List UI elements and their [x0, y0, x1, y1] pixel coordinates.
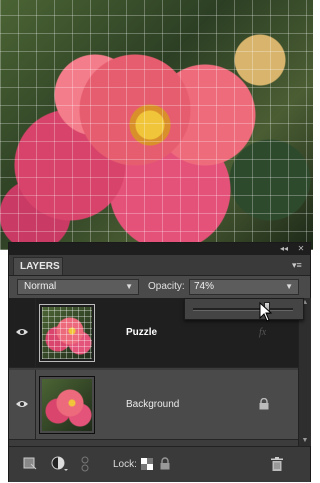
layers-panel: ◂◂ ✕ LAYERS ▾≡ Normal ▼ Opacity: 74% ▼ P…	[8, 242, 311, 482]
opacity-slider-track[interactable]	[193, 308, 293, 311]
scroll-down-icon[interactable]: ▼	[299, 436, 311, 446]
layer-thumbnail	[39, 304, 95, 362]
visibility-toggle[interactable]	[9, 370, 36, 439]
eye-icon	[16, 329, 28, 335]
panel-menu-icon[interactable]: ▾≡	[292, 261, 304, 270]
blend-mode-value: Normal	[24, 281, 57, 292]
canvas-image	[0, 0, 313, 250]
tab-layers[interactable]: LAYERS	[13, 257, 63, 275]
mouse-cursor-icon	[259, 302, 273, 322]
close-icon[interactable]: ✕	[296, 244, 306, 254]
layers-list: Puzzle fx Background	[9, 298, 298, 446]
collapse-icon[interactable]: ◂◂	[279, 244, 289, 254]
lock-label: Lock:	[113, 459, 137, 470]
chevron-down-icon: ▼	[285, 282, 293, 291]
lock-transparency-icon[interactable]	[141, 458, 153, 470]
layer-name[interactable]: Background	[126, 399, 179, 410]
svg-text:fx: fx	[259, 327, 267, 338]
panel-title-bar: ◂◂ ✕	[9, 243, 310, 255]
layers-scrollbar[interactable]: ▲ ▼	[298, 298, 311, 446]
lock-icon	[259, 398, 269, 410]
link-icon[interactable]	[81, 456, 89, 472]
layer-thumbnail	[39, 376, 95, 434]
layers-bottom-bar: Lock:	[9, 446, 310, 482]
chevron-down-icon: ▼	[125, 282, 133, 291]
opacity-slider-popup	[184, 298, 304, 320]
layer-row-background[interactable]: Background	[9, 370, 298, 440]
visibility-toggle[interactable]	[9, 298, 36, 367]
opacity-label: Opacity:	[148, 281, 185, 292]
fx-icon[interactable]: fx	[258, 324, 272, 338]
eye-icon	[16, 401, 28, 407]
lock-all-icon[interactable]	[159, 457, 171, 470]
opacity-value: 74%	[194, 281, 215, 292]
layer-name[interactable]: Puzzle	[126, 327, 157, 338]
trash-icon[interactable]	[271, 457, 283, 471]
adjustment-layer-icon[interactable]	[51, 456, 69, 472]
blend-mode-select[interactable]: Normal ▼	[17, 279, 139, 295]
new-layer-icon[interactable]	[23, 456, 37, 470]
tab-bar: LAYERS ▾≡	[9, 255, 310, 276]
layer-options-bar: Normal ▼ Opacity: 74% ▼	[9, 276, 310, 298]
opacity-field[interactable]: 74% ▼	[189, 279, 299, 295]
